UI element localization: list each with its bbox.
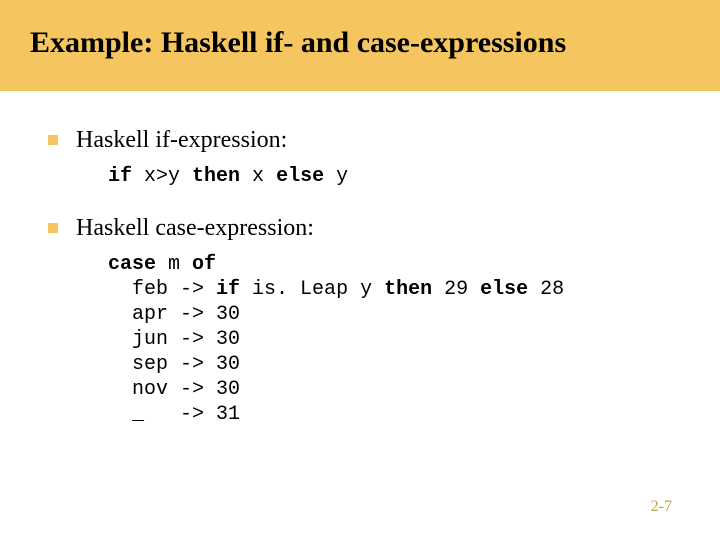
bullet-item: Haskell if-expression: — [48, 125, 672, 156]
code-text: x>y — [132, 165, 192, 188]
code-text: _ -> 31 — [108, 403, 240, 426]
keyword-of: of — [192, 253, 216, 276]
code-block-if: if x>y then x else y — [108, 164, 672, 189]
keyword-if: if — [108, 165, 132, 188]
square-bullet-icon — [48, 223, 58, 233]
slide-title: Example: Haskell if- and case-expression… — [30, 26, 690, 61]
bullet-item: Haskell case-expression: — [48, 213, 672, 244]
title-band: Example: Haskell if- and case-expression… — [0, 0, 720, 91]
code-text: y — [324, 165, 348, 188]
bullet-text: Haskell if-expression: — [76, 125, 287, 156]
code-text: 28 — [528, 278, 564, 301]
keyword-then: then — [192, 165, 240, 188]
keyword-then: then — [384, 278, 432, 301]
keyword-else: else — [276, 165, 324, 188]
keyword-case: case — [108, 253, 156, 276]
code-text: m — [156, 253, 192, 276]
code-text: 29 — [432, 278, 480, 301]
code-block-case: case m of feb -> if is. Leap y then 29 e… — [108, 252, 672, 427]
keyword-else: else — [480, 278, 528, 301]
code-text: sep -> 30 — [108, 353, 240, 376]
page-number: 2-7 — [651, 498, 672, 516]
code-text: apr -> 30 — [108, 303, 240, 326]
code-text: nov -> 30 — [108, 378, 240, 401]
code-text: feb -> — [108, 278, 216, 301]
keyword-if: if — [216, 278, 240, 301]
bullet-text: Haskell case-expression: — [76, 213, 314, 244]
code-text: is. Leap y — [240, 278, 384, 301]
slide-content: Haskell if-expression: if x>y then x els… — [0, 91, 720, 427]
code-text: jun -> 30 — [108, 328, 240, 351]
code-text: x — [240, 165, 276, 188]
square-bullet-icon — [48, 135, 58, 145]
